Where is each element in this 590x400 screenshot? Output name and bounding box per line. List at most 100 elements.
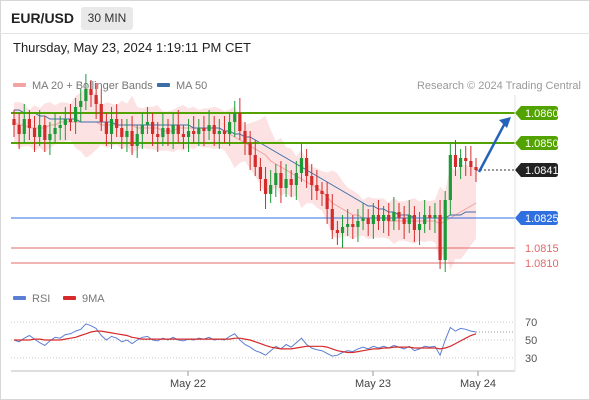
- candle-body: [186, 131, 191, 137]
- candle-body: [263, 179, 268, 194]
- x-tick-label: May 22: [170, 378, 206, 390]
- x-tick-label: May 23: [355, 378, 391, 390]
- candle-body: [253, 155, 257, 167]
- candle-body: [464, 158, 468, 161]
- level-label-1.0850: 1.0850: [525, 138, 559, 150]
- candle-body: [423, 215, 427, 224]
- candle-body: [299, 158, 304, 173]
- candle-body: [32, 128, 37, 137]
- candle-body: [120, 128, 124, 137]
- candle-body: [99, 104, 103, 122]
- projection-arrow-head: [499, 117, 511, 128]
- candle-body: [202, 128, 206, 131]
- candle-body: [366, 218, 370, 224]
- candle-body: [269, 185, 273, 194]
- candle-body: [443, 200, 447, 260]
- candle-body: [222, 131, 227, 134]
- candle-body: [22, 119, 26, 134]
- candle-body: [397, 212, 401, 218]
- candle-body: [84, 89, 88, 101]
- candle-body: [217, 131, 221, 134]
- rsi-tick-label: 50: [525, 335, 537, 347]
- candle-body: [387, 215, 391, 221]
- candle-body: [125, 131, 129, 137]
- candle-body: [448, 155, 452, 200]
- candle-body: [315, 185, 319, 191]
- candle-body: [166, 128, 170, 134]
- candle-body: [310, 176, 314, 185]
- candle-body: [27, 119, 31, 128]
- candle-body: [325, 194, 329, 209]
- candle-body: [243, 131, 247, 143]
- candle-body: [392, 212, 396, 221]
- candle-body: [284, 179, 288, 188]
- candle-body: [258, 167, 262, 179]
- level-label-1.0825: 1.0825: [525, 213, 559, 225]
- candle-body: [176, 125, 180, 134]
- candle-body: [12, 119, 16, 125]
- candle-body: [453, 155, 458, 167]
- candle-body: [53, 128, 57, 134]
- candle-body: [140, 125, 144, 134]
- candle-body: [346, 224, 350, 227]
- candle-body: [228, 122, 232, 134]
- candle-body: [63, 119, 67, 125]
- rsi-tick-label: 30: [525, 353, 537, 365]
- candle-body: [207, 125, 211, 131]
- candle-body: [161, 128, 165, 137]
- candle-body: [356, 221, 360, 227]
- candle-body: [94, 95, 98, 104]
- candle-body: [289, 179, 293, 185]
- candle-body: [320, 191, 324, 194]
- candle-body: [17, 125, 21, 134]
- candle-body: [181, 134, 185, 137]
- candle-body: [104, 122, 108, 134]
- rsi-ma9-line: [14, 330, 477, 354]
- candle-body: [58, 125, 62, 128]
- candle-body: [171, 125, 175, 134]
- x-tick-label: May 24: [460, 378, 496, 390]
- candle-body: [151, 122, 155, 134]
- candle-body: [340, 227, 345, 233]
- candle-body: [469, 161, 473, 167]
- candle-body: [279, 173, 283, 188]
- candle-body: [305, 158, 309, 176]
- candle-body: [197, 128, 201, 134]
- candle-body: [433, 215, 437, 218]
- candle-body: [371, 215, 375, 224]
- candle-body: [48, 134, 52, 140]
- candle-body: [412, 215, 416, 230]
- candle-body: [74, 107, 78, 122]
- candle-body: [238, 113, 242, 131]
- candle-body: [212, 125, 216, 134]
- candle-body: [351, 224, 355, 227]
- candle-body: [417, 224, 422, 230]
- level-label-1.0815: 1.0815: [525, 243, 559, 255]
- candle-body: [43, 125, 47, 140]
- candle-body: [428, 215, 432, 218]
- candle-body: [330, 209, 334, 230]
- candle-body: [382, 215, 386, 221]
- candle-body: [474, 167, 478, 170]
- candle-body: [248, 143, 252, 155]
- candle-body: [192, 131, 196, 134]
- level-label-1.0810: 1.0810: [525, 258, 559, 270]
- candle-body: [402, 218, 406, 224]
- candle-body: [407, 215, 411, 224]
- projection-arrow-line: [477, 122, 507, 173]
- rsi-tick-label: 70: [525, 317, 537, 329]
- price-chart[interactable]: 1.0860 1.0850 1.0841 1.0825 1.0815 1.0810 70 50…: [0, 0, 590, 400]
- candle-body: [79, 101, 83, 107]
- candle-body: [135, 134, 139, 146]
- candle-body: [109, 119, 114, 134]
- level-label-1.0860: 1.0860: [525, 108, 559, 120]
- candle-body: [115, 119, 119, 128]
- candle-body: [361, 218, 365, 221]
- candle-body: [145, 122, 150, 125]
- candle-body: [233, 113, 237, 122]
- candle-body: [156, 134, 160, 137]
- candle-body: [38, 125, 42, 137]
- candle-body: [376, 215, 381, 221]
- candle-body: [68, 119, 73, 122]
- candle-body: [459, 158, 463, 167]
